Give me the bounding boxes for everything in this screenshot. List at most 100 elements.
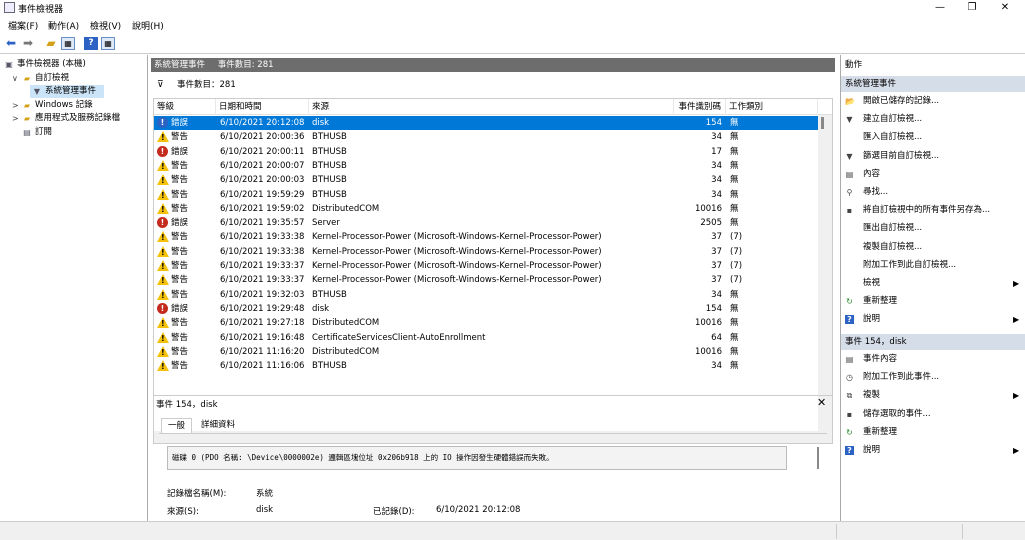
menu-file[interactable]: 檔案(F)	[8, 19, 38, 32]
action-item[interactable]: 📂 開啟已儲存的記錄...	[841, 93, 1025, 110]
table-row[interactable]: ! 警告 6/10/2021 19:33:38 Kernel-Processor-Po…	[154, 230, 818, 244]
action-item[interactable]: ▪ 將自訂檢視中的所有事件另存為...	[841, 202, 1025, 219]
close-detail-icon[interactable]: ✕	[817, 396, 826, 409]
action-item[interactable]: ⚲ 尋找...	[841, 184, 1025, 201]
tree-item[interactable]: ▤ 訂閱	[0, 126, 148, 139]
tree-item[interactable]: ▼ 系統管理事件	[30, 85, 104, 98]
table-row[interactable]: ! 錯誤 6/10/2021 20:00:11 BTHUSB 17 無	[154, 145, 818, 159]
scrollbar-thumb[interactable]	[821, 117, 824, 129]
table-row[interactable]: ! 警告 6/10/2021 11:16:20 DistributedCOM 10016…	[154, 345, 818, 359]
chevron-down-icon[interactable]: ∨	[12, 72, 20, 85]
action-item[interactable]: 檢視 ▶	[841, 275, 1025, 292]
table-row[interactable]: ! 錯誤 6/10/2021 19:35:57 Server 2505 無	[154, 216, 818, 230]
event-message-text[interactable]: 磁碟 0 (PDO 名稱: \Device\0000002e) 邏輯區塊位址 0…	[167, 446, 787, 470]
table-row[interactable]: ! 錯誤 6/10/2021 19:29:48 disk 154 無	[154, 302, 818, 316]
close-button[interactable]: ✕	[990, 0, 1020, 16]
source-value[interactable]: disk	[256, 505, 273, 515]
menu-view[interactable]: 檢視(V)	[90, 19, 121, 32]
show-hide-tree-icon[interactable]: ▦	[61, 37, 75, 50]
cell-datetime: 6/10/2021 20:00:36	[220, 132, 305, 143]
table-row[interactable]: ! 警告 6/10/2021 19:27:18 DistributedCOM 10016…	[154, 316, 818, 330]
show-hide-action-pane-icon[interactable]: ▦	[101, 37, 115, 50]
action-item[interactable]: ▼ 建立自訂檢視...	[841, 111, 1025, 128]
maximize-button[interactable]: ❐	[957, 0, 987, 16]
cell-event-id: 2505	[700, 218, 722, 229]
tree-item[interactable]: > ▰ Windows 記錄	[0, 99, 148, 112]
action-item[interactable]: 匯出自訂檢視...	[841, 220, 1025, 237]
column-header-datetime[interactable]: 日期和時間	[216, 99, 309, 115]
action-item[interactable]: 複製自訂檢視...	[841, 239, 1025, 256]
message-scrollbar[interactable]	[817, 447, 819, 469]
submenu-arrow-icon: ▶	[1013, 279, 1020, 288]
action-item[interactable]: ↻ 重新整理	[841, 293, 1025, 310]
action-item-label: 說明	[863, 445, 881, 455]
action-item[interactable]: 匯入自訂檢視...	[841, 129, 1025, 146]
chevron-right-icon[interactable]: >	[12, 99, 20, 112]
action-item[interactable]: ? 說明 ▶	[841, 311, 1025, 328]
navigation-tree: ▣ 事件檢視器 (本機) ∨ ▰ 自訂檢視 ▼ 系統管理事件 > ▰ Windows 記錄 > ▰ 應用…	[0, 55, 148, 521]
back-arrow-icon[interactable]: ⬅	[4, 37, 18, 50]
save-icon: ▪	[846, 409, 853, 419]
cell-source: CertificateServicesClient-AutoEnrollment	[312, 332, 486, 343]
action-item-label: 將自訂檢視中的所有事件另存為...	[863, 205, 991, 216]
tree-item[interactable]: ∨ ▰ 自訂檢視	[0, 72, 148, 85]
table-row[interactable]: ! 警告 6/10/2021 19:33:37 Kernel-Processor-Po…	[154, 259, 818, 273]
table-row[interactable]: ! 警告 6/10/2021 20:00:36 BTHUSB 34 無	[154, 130, 818, 144]
filter-event-count: 事件數目：281	[177, 80, 236, 90]
cell-level: 警告	[171, 160, 189, 171]
cell-event-id: 34	[711, 132, 722, 143]
table-row[interactable]: ! 警告 6/10/2021 19:32:03 BTHUSB 34 無	[154, 288, 818, 302]
cell-task-category: 無	[730, 346, 739, 357]
column-header-level[interactable]: 等級	[154, 99, 216, 115]
table-row[interactable]: ! 警告 6/10/2021 19:59:29 BTHUSB 34 無	[154, 188, 818, 202]
table-row[interactable]: ! 警告 6/10/2021 20:00:07 BTHUSB 34 無	[154, 159, 818, 173]
action-item[interactable]: 附加工作到此自訂檢視...	[841, 257, 1025, 274]
action-item[interactable]: ▼ 篩選目前自訂檢視...	[841, 148, 1025, 165]
warning-icon: !	[157, 331, 169, 343]
menu-help[interactable]: 說明(H)	[132, 19, 164, 32]
actions-section-admin-events[interactable]: 系統管理事件	[841, 76, 1025, 92]
log-name-value[interactable]: 系統	[256, 487, 273, 499]
table-row[interactable]: ! 警告 6/10/2021 19:59:02 DistributedCOM 10016…	[154, 202, 818, 216]
cell-source: DistributedCOM	[312, 318, 380, 329]
column-header-task-category[interactable]: 工作類別	[726, 99, 818, 115]
folder-up-icon[interactable]: ▰	[44, 37, 58, 50]
forward-arrow-icon[interactable]: ➡	[21, 37, 35, 50]
blank-icon	[845, 279, 854, 288]
cell-task-category: 無	[730, 189, 739, 200]
help-icon: ?	[845, 315, 854, 325]
table-row[interactable]: ! 警告 6/10/2021 20:00:03 BTHUSB 34 無	[154, 173, 818, 187]
table-row[interactable]: ! 警告 6/10/2021 19:33:37 Kernel-Processor-Po…	[154, 273, 818, 287]
action-item[interactable]: ▤ 內容	[841, 166, 1025, 183]
menu-action[interactable]: 動作(A)	[48, 19, 79, 32]
tab-general[interactable]: 一般	[161, 418, 193, 433]
column-header-event-id[interactable]: 事件識別碼	[674, 99, 726, 115]
cell-level: 警告	[171, 132, 189, 143]
minimize-button[interactable]: —	[925, 0, 955, 16]
cell-task-category: (7)	[730, 261, 743, 271]
table-row[interactable]: ! 錯誤 6/10/2021 20:12:08 disk 154 無	[154, 116, 818, 131]
tree-item-label: 自訂檢視	[35, 72, 70, 83]
table-row[interactable]: ! 警告 6/10/2021 19:33:38 Kernel-Processor-Po…	[154, 245, 818, 259]
cell-datetime: 6/10/2021 11:16:20	[220, 346, 305, 357]
logged-value[interactable]: 6/10/2021 20:12:08	[436, 505, 520, 515]
task-icon: ◷	[846, 373, 853, 383]
action-item[interactable]: ▪ 儲存選取的事件...	[841, 406, 1025, 423]
tab-details[interactable]: 詳細資料	[195, 418, 241, 433]
table-row[interactable]: ! 警告 6/10/2021 11:16:06 BTHUSB 34 無	[154, 359, 818, 373]
action-item[interactable]: ⧉ 複製 ▶	[841, 387, 1025, 404]
action-item[interactable]: ? 說明 ▶	[841, 442, 1025, 459]
help-icon[interactable]: ?	[84, 37, 98, 50]
cell-source: DistributedCOM	[312, 346, 380, 357]
tree-item[interactable]: ▣ 事件檢視器 (本機)	[0, 58, 148, 71]
actions-section-event[interactable]: 事件 154，disk	[841, 334, 1025, 350]
action-item[interactable]: ▤ 事件內容	[841, 351, 1025, 368]
table-row[interactable]: ! 警告 6/10/2021 19:16:48 CertificateServices…	[154, 331, 818, 345]
action-item[interactable]: ◷ 附加工作到此事件...	[841, 369, 1025, 386]
action-item[interactable]: ↻ 重新整理	[841, 424, 1025, 441]
tree-item[interactable]: > ▰ 應用程式及服務記錄檔	[0, 112, 148, 125]
chevron-right-icon[interactable]: >	[12, 112, 20, 125]
vertical-scrollbar[interactable]	[818, 115, 832, 443]
column-header-source[interactable]: 來源	[309, 99, 674, 115]
cell-source: Kernel-Processor-Power (Microsoft-Window…	[312, 261, 602, 271]
